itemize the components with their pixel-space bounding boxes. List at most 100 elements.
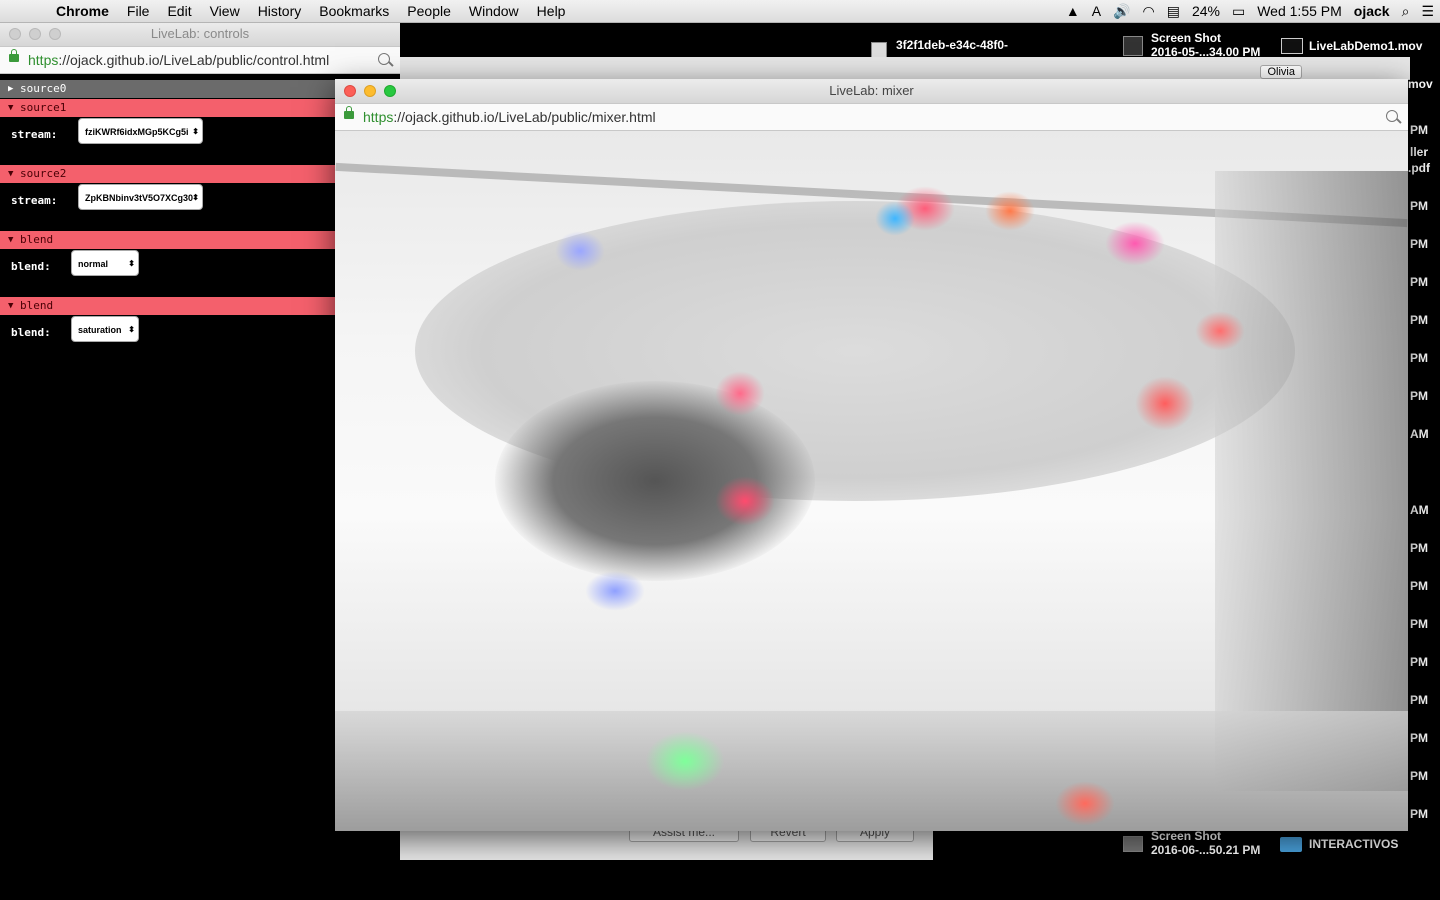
folder-title: source1 (20, 101, 67, 114)
select-value: ZpKBNbinv3tV5O7XCg30 (85, 193, 194, 203)
url-rest: ://ojack.github.io/LiveLab/public/mixer.… (393, 109, 656, 125)
controls-url-bar[interactable]: https://ojack.github.io/LiveLab/public/c… (0, 47, 400, 74)
desktop-time-label: PM (1410, 389, 1428, 403)
folder-source0[interactable]: ▶ source0 (0, 80, 335, 98)
desktop-time-label: AM (1410, 427, 1429, 441)
olivia-button[interactable]: Olivia (1260, 65, 1302, 79)
controls-titlebar[interactable]: LiveLab: controls (0, 22, 400, 47)
desktop-time-label: PM (1410, 275, 1428, 289)
menu-view[interactable]: View (201, 0, 249, 22)
search-icon[interactable] (1386, 110, 1398, 122)
folder-icon[interactable] (1280, 837, 1302, 852)
search-icon[interactable] (378, 53, 390, 65)
zoom-button[interactable] (384, 85, 396, 97)
desktop-screenshot-2[interactable]: Screen Shot 2016-06-...50.21 PM (1151, 829, 1260, 857)
desktop-time-label: PM (1410, 579, 1428, 593)
desktop-movie-file[interactable]: LiveLabDemo1.mov (1309, 39, 1422, 53)
menu-file[interactable]: File (118, 0, 159, 22)
color-spot (985, 191, 1035, 231)
select-arrows-icon: ⬍ (192, 127, 199, 136)
battery-icon[interactable]: ▭ (1226, 0, 1251, 22)
triangle-down-icon: ▼ (8, 103, 14, 113)
user-name[interactable]: ojack (1348, 0, 1396, 22)
color-spot (1195, 311, 1245, 351)
blend-select-2[interactable]: saturation ⬍ (71, 316, 139, 342)
folder-blend-1[interactable]: ▼ blend (0, 231, 335, 249)
desktop-file-uuid[interactable]: 3f2f1deb-e34c-48f0- (896, 38, 1008, 52)
background-dialog-footer: Assist me... Revert Apply (400, 824, 933, 860)
control-label: blend: (11, 260, 51, 273)
mixer-titlebar[interactable]: LiveLab: mixer (335, 79, 1408, 104)
folder-source1[interactable]: ▼ source1 (0, 99, 335, 117)
clock[interactable]: Wed 1:55 PM (1251, 0, 1348, 22)
desktop-fragment-mov: mov (1408, 77, 1433, 91)
color-spot (555, 231, 605, 271)
url-scheme: https (363, 109, 394, 125)
mixer-url-bar[interactable]: https://ojack.github.io/LiveLab/public/m… (335, 104, 1408, 131)
url-rest: ://ojack.github.io/LiveLab/public/contro… (58, 52, 330, 68)
menu-history[interactable]: History (249, 0, 311, 22)
triangle-down-icon: ▼ (8, 169, 14, 179)
url-scheme: https (28, 52, 59, 68)
control-row: blend: normal ⬍ (0, 250, 335, 297)
folder-title: blend (20, 233, 54, 246)
blend-select-1[interactable]: normal ⬍ (71, 250, 139, 276)
drive-icon[interactable]: ▲ (1060, 0, 1086, 22)
menu-window[interactable]: Window (460, 0, 528, 22)
movie-file-icon[interactable] (1281, 38, 1303, 54)
background-browser-window[interactable]: Olivia (400, 57, 1410, 80)
controls-window-title: LiveLab: controls (150, 26, 250, 41)
desktop-time-label: PM (1410, 313, 1428, 327)
folder-title: source2 (20, 167, 67, 180)
minimize-button[interactable] (29, 28, 41, 40)
desktop-time-label: PM (1410, 693, 1428, 707)
screenshot-thumbnail-icon-2[interactable] (1123, 836, 1143, 852)
stream-select-source2[interactable]: ZpKBNbinv3tV5O7XCg30 ⬍ (78, 184, 203, 210)
minimize-button[interactable] (364, 85, 376, 97)
desktop-folder-interactivos[interactable]: INTERACTIVOS (1309, 837, 1398, 851)
control-label: stream: (11, 194, 58, 207)
close-button[interactable] (9, 28, 21, 40)
lock-icon (344, 106, 354, 119)
screenshot-thumbnail-icon[interactable] (1123, 36, 1143, 56)
desktop-time-label: PM (1410, 731, 1428, 745)
video-doorframe-shape (1215, 171, 1408, 791)
video-hand-shape (495, 381, 815, 581)
adobe-icon[interactable]: A (1086, 0, 1107, 22)
flag-icon[interactable]: ▤ (1161, 0, 1186, 22)
control-row: blend: saturation ⬍ (0, 316, 335, 363)
zoom-button[interactable] (49, 28, 61, 40)
folder-source2[interactable]: ▼ source2 (0, 165, 335, 183)
volume-icon[interactable]: 🔊 (1107, 0, 1136, 22)
desktop-screenshot-1[interactable]: Screen Shot 2016-05-...34.00 PM (1151, 31, 1260, 59)
desktop-time-label: PM (1410, 237, 1428, 251)
menu-edit[interactable]: Edit (158, 0, 200, 22)
spotlight-search-icon[interactable]: ⌕ (1396, 0, 1416, 22)
desktop-time-label: PM (1410, 123, 1428, 137)
folder-blend-2[interactable]: ▼ blend (0, 297, 335, 315)
menu-help[interactable]: Help (528, 0, 575, 22)
control-row: stream: fziKWRf6idxMGp5KCg5i ⬍ (0, 118, 335, 165)
control-row: stream: ZpKBNbinv3tV5O7XCg30 ⬍ (0, 184, 335, 231)
desktop-fragment-ller: ller (1410, 145, 1429, 159)
notification-center-icon[interactable]: ☰ (1415, 0, 1440, 22)
mixer-window: LiveLab: mixer https://ojack.github.io/L… (335, 79, 1408, 831)
menu-bookmarks[interactable]: Bookmarks (310, 0, 398, 22)
color-spot (875, 201, 915, 236)
wifi-icon[interactable]: ◠ (1137, 0, 1161, 22)
stream-select-source1[interactable]: fziKWRf6idxMGp5KCg5i ⬍ (78, 118, 203, 144)
desktop-time-label: PM (1410, 541, 1428, 555)
battery-percent: 24% (1191, 3, 1220, 19)
folder-title: source0 (20, 82, 67, 95)
triangle-down-icon: ▼ (8, 301, 14, 311)
select-arrows-icon: ⬍ (128, 259, 135, 268)
desktop-time-label: PM (1410, 807, 1428, 821)
close-button[interactable] (344, 85, 356, 97)
triangle-right-icon: ▶ (8, 84, 14, 94)
menu-people[interactable]: People (398, 0, 460, 22)
mixer-video-canvas[interactable] (335, 131, 1408, 831)
desktop-fragment-pdf: .pdf (1408, 161, 1430, 175)
color-spot (715, 476, 775, 526)
menu-app-chrome[interactable]: Chrome (56, 0, 118, 22)
select-value: saturation (78, 325, 122, 335)
